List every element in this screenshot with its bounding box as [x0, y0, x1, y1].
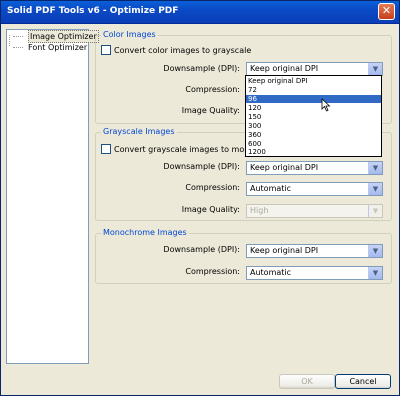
checkbox[interactable]	[101, 144, 111, 154]
close-button[interactable]: ✕	[378, 3, 395, 20]
compression-label: Compression:	[185, 183, 240, 192]
cancel-button[interactable]: Cancel	[335, 374, 391, 389]
select-value: Keep original DPI	[250, 163, 319, 172]
downsample-label: Downsample (DPI):	[163, 245, 240, 254]
dpi-dropdown-list: Keep original DPI 72 96 120 150 300 360 …	[245, 75, 382, 157]
dropdown-option[interactable]: 72	[246, 86, 381, 94]
select-value: Keep original DPI	[250, 64, 319, 73]
group-title: Color Images	[101, 30, 158, 39]
monochrome-compression-select[interactable]: Automatic ▼	[246, 266, 383, 280]
dropdown-option[interactable]: 1200	[246, 148, 381, 156]
window-title: Solid PDF Tools v6 - Optimize PDF	[7, 6, 179, 16]
dropdown-option[interactable]: 300	[246, 122, 381, 130]
monochrome-downsample-select[interactable]: Keep original DPI ▼	[246, 244, 383, 258]
chevron-down-icon: ▼	[368, 205, 382, 217]
dropdown-option[interactable]: Keep original DPI	[246, 77, 381, 85]
grayscale-downsample-select[interactable]: Keep original DPI ▼	[246, 161, 383, 175]
dropdown-option-highlighted[interactable]: 96	[246, 95, 381, 103]
ok-button[interactable]: OK	[279, 374, 335, 389]
downsample-label: Downsample (DPI):	[163, 64, 240, 73]
chevron-down-icon[interactable]: ▼	[368, 162, 382, 174]
select-value: Automatic	[250, 184, 292, 193]
downsample-label: Downsample (DPI):	[163, 162, 240, 171]
image-quality-label: Image Quality:	[181, 106, 240, 115]
dropdown-option[interactable]: 360	[246, 131, 381, 139]
chevron-down-icon[interactable]: ▼	[368, 267, 382, 279]
close-icon: ✕	[381, 4, 392, 17]
select-value: Keep original DPI	[250, 246, 319, 255]
chevron-down-icon[interactable]: ▼	[368, 245, 382, 257]
image-quality-label: Image Quality:	[181, 205, 240, 214]
chevron-down-icon[interactable]: ▼	[368, 63, 382, 75]
optimize-pdf-dialog: Solid PDF Tools v6 - Optimize PDF ✕ Imag…	[0, 0, 400, 396]
group-title: Grayscale Images	[101, 127, 177, 136]
compression-label: Compression:	[185, 85, 240, 94]
options-tree: Image Optimizer Font Optimizer	[6, 29, 99, 364]
color-downsample-select[interactable]: Keep original DPI ▼	[246, 62, 383, 76]
chevron-down-icon[interactable]: ▼	[368, 183, 382, 195]
title-bar[interactable]: Solid PDF Tools v6 - Optimize PDF ✕	[1, 1, 399, 24]
monochrome-images-group: Monochrome Images Downsample (DPI): Keep…	[95, 228, 392, 284]
checkbox[interactable]	[101, 45, 111, 55]
dropdown-option[interactable]: 120	[246, 104, 381, 112]
grayscale-compression-select[interactable]: Automatic ▼	[246, 182, 383, 196]
select-value: Automatic	[250, 268, 292, 277]
tree-item-label: Font Optimizer	[28, 43, 88, 52]
grayscale-image-quality-select: High ▼	[246, 204, 383, 218]
group-title: Monochrome Images	[101, 228, 189, 237]
mouse-cursor-icon	[321, 98, 331, 112]
select-value: High	[250, 206, 269, 215]
compression-label: Compression:	[185, 267, 240, 276]
dropdown-option[interactable]: 150	[246, 113, 381, 121]
checkbox-label: Convert color images to grayscale	[114, 46, 252, 55]
tree-connector	[9, 35, 10, 46]
dropdown-option[interactable]: 600	[246, 140, 381, 148]
